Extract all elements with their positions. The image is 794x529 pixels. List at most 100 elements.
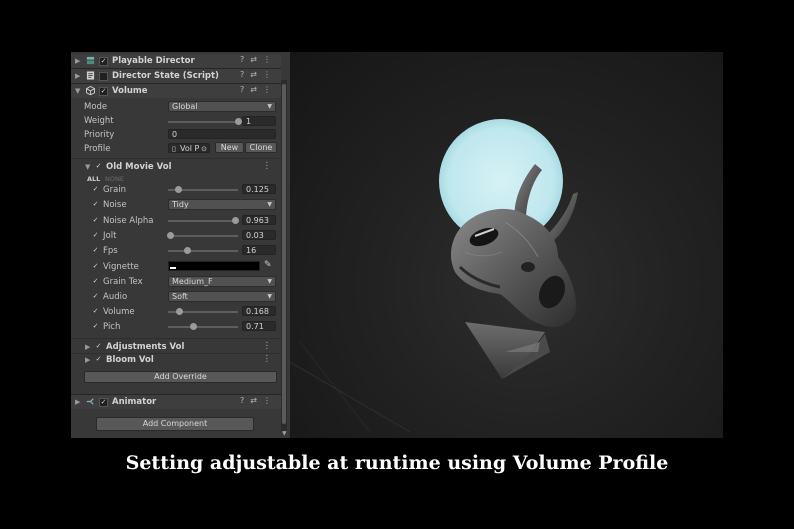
inspector-panel: ▶ ✓ Playable Director ? ⇄ ⋮ ▶ Director S… <box>71 52 290 438</box>
volume-enabled-checkbox[interactable]: ✓ <box>99 87 108 96</box>
foldout-arrow-icon[interactable]: ▶ <box>75 72 80 80</box>
component-title: Volume <box>112 86 148 96</box>
param-value-field[interactable]: 0.963 <box>242 215 276 225</box>
add-override-button[interactable]: Add Override <box>84 371 277 383</box>
param-value-field[interactable]: 0.71 <box>242 321 276 331</box>
presets-icon[interactable]: ⇄ <box>250 85 257 94</box>
param-override-checkbox[interactable]: ✓ <box>92 232 99 239</box>
param-slider-track[interactable] <box>168 220 238 222</box>
param-override-checkbox[interactable]: ✓ <box>92 201 99 208</box>
animator-enabled-checkbox[interactable]: ✓ <box>99 398 108 407</box>
select-all-link[interactable]: ALL <box>87 175 100 183</box>
param-override-checkbox[interactable]: ✓ <box>92 278 99 285</box>
bloom-enabled-checkbox[interactable]: ✓ <box>95 356 102 363</box>
param-label: Grain Tex <box>103 277 143 287</box>
param-override-checkbox[interactable]: ✓ <box>92 217 99 224</box>
weight-slider-thumb[interactable] <box>234 118 242 125</box>
param-slider-thumb[interactable] <box>176 308 184 315</box>
param-row: ✓ Volume 0.168 <box>71 305 281 319</box>
weight-slider-track[interactable] <box>168 121 238 123</box>
param-override-checkbox[interactable]: ✓ <box>92 247 99 254</box>
component-title: Animator <box>112 397 157 407</box>
param-value-field[interactable]: 0.168 <box>242 306 276 316</box>
add-component-button[interactable]: Add Component <box>96 417 254 431</box>
param-dropdown-value: Soft <box>172 292 188 301</box>
foldout-arrow-icon[interactable]: ▶ <box>85 343 90 351</box>
component-header-director-state[interactable]: ▶ Director State (Script) ? ⇄ ⋮ <box>71 69 281 83</box>
param-slider-thumb[interactable] <box>175 186 182 193</box>
presets-icon[interactable]: ⇄ <box>250 396 257 405</box>
foldout-expanded-icon[interactable]: ▼ <box>85 163 90 171</box>
priority-field[interactable]: 0 <box>168 129 276 139</box>
kebab-menu-icon[interactable]: ⋮ <box>263 354 272 364</box>
new-profile-button[interactable]: New <box>215 142 244 153</box>
eyedropper-icon[interactable]: ✎ <box>264 260 272 270</box>
component-title: Playable Director <box>112 56 195 66</box>
param-slider-thumb[interactable] <box>166 232 174 239</box>
override-header-bloom[interactable]: ▶ ✓ Bloom Vol ⋮ <box>71 353 281 367</box>
help-icon[interactable]: ? <box>240 396 244 405</box>
inspector-scrollbar-thumb[interactable] <box>282 84 286 424</box>
animator-icon <box>86 398 94 405</box>
foldout-expanded-icon[interactable]: ▼ <box>75 87 80 95</box>
kebab-menu-icon[interactable]: ⋮ <box>263 396 271 405</box>
presets-icon[interactable]: ⇄ <box>250 70 257 79</box>
param-dropdown-value: Tidy <box>172 200 189 209</box>
foldout-arrow-icon[interactable]: ▶ <box>75 57 80 65</box>
kebab-menu-icon[interactable]: ⋮ <box>263 161 272 171</box>
weight-value-field[interactable]: 1 <box>242 116 276 126</box>
adjustments-enabled-checkbox[interactable]: ✓ <box>95 343 102 350</box>
param-slider-thumb[interactable] <box>231 217 239 224</box>
component-header-playable-director[interactable]: ▶ ✓ Playable Director ? ⇄ ⋮ <box>71 54 281 68</box>
kebab-menu-icon[interactable]: ⋮ <box>263 85 271 94</box>
director-icon <box>86 56 95 65</box>
param-slider-track[interactable] <box>168 326 238 328</box>
clone-profile-button[interactable]: Clone <box>245 142 277 153</box>
param-slider-track[interactable] <box>168 235 238 237</box>
param-dropdown[interactable]: Medium_F ▼ <box>168 276 276 287</box>
kebab-menu-icon[interactable]: ⋮ <box>263 70 271 79</box>
component-header-animator[interactable]: ▶ ✓ Animator ? ⇄ ⋮ <box>71 395 281 409</box>
object-picker-icon[interactable]: ⊙ <box>201 144 207 154</box>
param-override-checkbox[interactable]: ✓ <box>92 323 99 330</box>
game-viewport[interactable] <box>290 52 723 438</box>
param-value-field[interactable]: 16 <box>242 245 276 255</box>
kebab-menu-icon[interactable]: ⋮ <box>263 341 272 351</box>
param-label: Audio <box>103 292 128 302</box>
help-icon[interactable]: ? <box>240 70 244 79</box>
component-header-volume[interactable]: ▼ ✓ Volume ? ⇄ ⋮ <box>71 84 281 98</box>
crystal-fragment <box>465 322 550 379</box>
vignette-color-field[interactable] <box>168 261 260 271</box>
override-header-old-movie[interactable]: ▼ ✓ Old Movie Vol ⋮ <box>71 160 281 174</box>
director-state-enabled-checkbox[interactable] <box>99 72 108 81</box>
foldout-arrow-icon[interactable]: ▶ <box>85 356 90 364</box>
scroll-down-arrow-icon[interactable]: ▼ <box>282 430 287 437</box>
profile-label: Profile <box>84 144 111 154</box>
help-icon[interactable]: ? <box>240 85 244 94</box>
param-dropdown[interactable]: Soft ▼ <box>168 291 276 302</box>
old-movie-enabled-checkbox[interactable]: ✓ <box>95 163 102 170</box>
param-override-checkbox[interactable]: ✓ <box>92 263 99 270</box>
param-label: Noise <box>103 200 127 210</box>
select-none-link[interactable]: NONE <box>105 175 124 183</box>
param-slider-thumb[interactable] <box>184 247 192 254</box>
param-value-field[interactable]: 0.03 <box>242 230 276 240</box>
profile-object-field[interactable]: ▯ Vol P ⊙ <box>168 143 210 153</box>
override-header-adjustments[interactable]: ▶ ✓ Adjustments Vol ⋮ <box>71 340 281 354</box>
weight-label: Weight <box>84 116 114 126</box>
param-value-field[interactable]: 0.125 <box>242 184 276 194</box>
mode-dropdown[interactable]: Global ▼ <box>168 101 276 112</box>
help-icon[interactable]: ? <box>240 55 244 64</box>
dropdown-arrow-icon: ▼ <box>267 278 272 285</box>
foldout-arrow-icon[interactable]: ▶ <box>75 398 80 406</box>
param-override-checkbox[interactable]: ✓ <box>92 293 99 300</box>
presets-icon[interactable]: ⇄ <box>250 55 257 64</box>
playable-director-enabled-checkbox[interactable]: ✓ <box>99 57 108 66</box>
param-slider-track[interactable] <box>168 250 238 252</box>
param-row: ✓ Jolt 0.03 <box>71 229 281 243</box>
param-override-checkbox[interactable]: ✓ <box>92 308 99 315</box>
param-dropdown[interactable]: Tidy ▼ <box>168 199 276 210</box>
param-slider-thumb[interactable] <box>189 323 197 330</box>
kebab-menu-icon[interactable]: ⋮ <box>263 55 271 64</box>
param-override-checkbox[interactable]: ✓ <box>92 186 99 193</box>
